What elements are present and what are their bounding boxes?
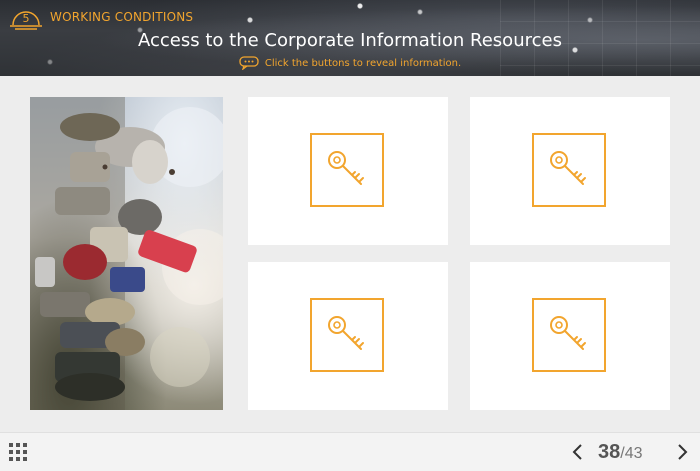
slide-header: 5 WORKING CONDITIONS Access to the Corpo… — [0, 0, 700, 76]
section-label: WORKING CONDITIONS — [50, 10, 194, 24]
next-slide-button[interactable] — [672, 442, 692, 462]
section-number: 5 — [23, 12, 30, 25]
page-counter: 38/43 — [598, 441, 668, 464]
section-number-badge: 5 — [9, 7, 43, 31]
key-button[interactable] — [310, 133, 384, 207]
slide-title: Access to the Corporate Information Reso… — [138, 30, 562, 51]
key-icon — [328, 316, 364, 350]
instruction-hint: Click the buttons to reveal information. — [0, 56, 700, 71]
current-page: 38 — [598, 441, 621, 463]
key-button[interactable] — [532, 298, 606, 372]
player-footer: 38/43 — [0, 432, 700, 471]
padlocks-photo — [30, 97, 223, 410]
hint-text: Click the buttons to reveal information. — [264, 57, 462, 69]
grid-menu-icon[interactable] — [9, 443, 27, 461]
reveal-card-4[interactable] — [470, 262, 670, 410]
reveal-card-1[interactable] — [248, 97, 448, 245]
chevron-right-icon — [678, 444, 688, 460]
previous-slide-button[interactable] — [568, 442, 588, 462]
chevron-left-icon — [572, 444, 582, 460]
key-icon — [328, 151, 364, 185]
key-button[interactable] — [532, 133, 606, 207]
reveal-card-3[interactable] — [248, 262, 448, 410]
reveal-card-2[interactable] — [470, 97, 670, 245]
total-pages: 43 — [624, 445, 643, 462]
chat-bubble-icon — [239, 56, 259, 71]
key-icon — [550, 316, 586, 350]
key-button[interactable] — [310, 298, 384, 372]
key-icon — [550, 151, 586, 185]
